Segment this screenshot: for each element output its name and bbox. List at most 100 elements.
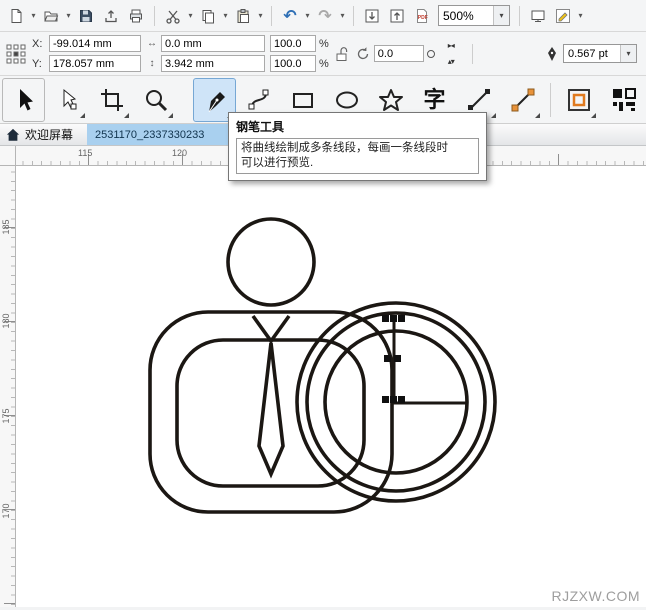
undo-button[interactable]: ↶ [278, 4, 302, 28]
ruler-tick-label: 115 [78, 148, 93, 158]
tab-document[interactable]: 2531170_2337330233 [87, 124, 238, 145]
object-origin-widget[interactable] [5, 43, 27, 65]
person-head-circle [226, 217, 316, 307]
paste-flyout-caret[interactable]: ▾ [256, 4, 265, 28]
monitor-icon [531, 10, 545, 22]
cut-flyout-caret[interactable]: ▾ [186, 4, 195, 28]
toolbar-separator [519, 5, 520, 26]
mirror-vertical-button[interactable]: ▴▾ [440, 55, 462, 68]
outline-width-dropdown-caret[interactable]: ▾ [620, 45, 636, 62]
position-group: X: Y: [32, 35, 141, 72]
shape-tool[interactable] [46, 78, 89, 122]
toolbar-separator [353, 5, 354, 26]
ruler-origin-corner[interactable] [0, 146, 16, 166]
paste-button[interactable] [231, 4, 255, 28]
export-button[interactable] [385, 4, 409, 28]
redo-button[interactable]: ↷ [313, 4, 337, 28]
standard-toolbar: ▾ ▾ ▾ ▾ ▾ ↶ ▾ ↷ ▾ PDF 500% ▾ ▾ [0, 0, 646, 32]
mirror-horizontal-button[interactable]: ▸◂ [440, 39, 462, 52]
object-width-icon: ↔ [147, 38, 157, 49]
crop-icon [100, 88, 123, 111]
open-flyout-caret[interactable]: ▾ [64, 4, 73, 28]
vertical-ruler[interactable]: 185 180 175 170 [0, 166, 16, 607]
toolbox-separator [550, 82, 551, 117]
frame-icon [567, 88, 590, 111]
scale-horizontal-field[interactable] [270, 35, 316, 52]
share-button[interactable] [99, 4, 123, 28]
y-position-field[interactable] [49, 55, 141, 72]
property-bar: X: Y: ↔ ↕ % % [0, 32, 646, 76]
flyout-indicator [491, 112, 496, 118]
import-button[interactable] [360, 4, 384, 28]
text-tool-glyph: 字 [423, 86, 446, 112]
upload-icon [105, 9, 117, 22]
rectangle-icon [292, 92, 313, 108]
ruler-tick-label: 185 [1, 219, 11, 235]
tooltip-title: 钢笔工具 [236, 120, 285, 134]
coreldraw-window: ▾ ▾ ▾ ▾ ▾ ↶ ▾ ↷ ▾ PDF 500% ▾ ▾ X: -99.01… [0, 0, 646, 607]
crop-tool[interactable] [90, 78, 133, 122]
outline-pen-nib-icon [548, 46, 556, 61]
redo-flyout-caret[interactable]: ▾ [338, 4, 347, 28]
flyout-indicator [124, 112, 129, 118]
qr-code-tool[interactable] [602, 78, 645, 122]
copy-flyout-caret[interactable]: ▾ [221, 4, 230, 28]
ruler-tick-label: 120 [172, 148, 188, 158]
pick-arrow-icon [19, 88, 33, 110]
tooltip-line-2: 可以进行预览. [241, 156, 314, 169]
open-button[interactable] [39, 4, 63, 28]
line-icon [467, 88, 490, 110]
mirror-group: ▸◂ ▴▾ [440, 39, 462, 68]
x-label: X: [32, 37, 43, 50]
fullscreen-preview-button[interactable] [526, 4, 550, 28]
export-icon [390, 9, 404, 22]
pick-tool[interactable] [2, 77, 45, 122]
save-button[interactable] [74, 4, 98, 28]
zoom-level-dropdown-caret[interactable]: ▾ [493, 6, 509, 25]
mirror-horizontal-icon: ▸◂ [447, 41, 455, 50]
zoom-level-combo: ▾ [438, 5, 510, 26]
ruler-tick-label: 180 [1, 313, 11, 329]
publish-pdf-button[interactable]: PDF [410, 4, 434, 28]
object-height-field[interactable] [161, 55, 265, 72]
object-width-field[interactable] [161, 35, 265, 52]
frame-tool[interactable] [557, 78, 600, 122]
zoom-level-input[interactable] [439, 6, 493, 25]
flyout-indicator [535, 112, 540, 118]
zoom-tool[interactable] [134, 78, 177, 122]
print-button[interactable] [124, 4, 148, 28]
launcher-flyout-caret[interactable]: ▾ [576, 4, 585, 28]
rotation-group [355, 45, 435, 62]
cut-button[interactable] [161, 4, 185, 28]
new-document-flyout-caret[interactable]: ▾ [29, 4, 38, 28]
x-position-field[interactable] [49, 35, 141, 52]
undo-flyout-caret[interactable]: ▾ [303, 4, 312, 28]
toolbar-separator [271, 5, 272, 26]
rotation-angle-field[interactable] [373, 45, 424, 62]
ruler-tick-label: 170 [1, 503, 11, 519]
copy-button[interactable] [196, 4, 220, 28]
application-launcher-button[interactable] [551, 4, 575, 28]
drawing-artwork [148, 217, 497, 514]
person-collar [251, 314, 291, 345]
drawing-canvas[interactable]: RJZXW.COM [16, 166, 646, 607]
welcome-tab-label: 欢迎屏幕 [25, 128, 74, 142]
toolbox-right-group [557, 78, 645, 122]
document-tab-label: 2531170_2337330233 [95, 128, 205, 141]
outline-width-input[interactable] [564, 45, 620, 62]
scale-vertical-field[interactable] [270, 55, 316, 72]
shape-edit-icon [63, 88, 76, 109]
object-height-icon: ↕ [149, 58, 155, 69]
scale-group: % % [270, 35, 329, 72]
tab-welcome-screen[interactable]: 欢迎屏幕 [0, 124, 87, 145]
flyout-indicator [591, 112, 596, 118]
star-icon [378, 88, 403, 111]
person-tie [257, 342, 285, 479]
new-document-button[interactable] [4, 4, 28, 28]
curve-icon [248, 89, 268, 109]
tooltip-line-1: 将曲线绘制成多条线段，每画一条线段时 [241, 142, 448, 154]
watermark-text: RJZXW.COM [551, 588, 640, 604]
pen-tool-tooltip: 钢笔工具 将曲线绘制成多条线段，每画一条线段时 可以进行预览. [228, 112, 487, 181]
lock-ratio-button[interactable] [334, 46, 350, 62]
connector-tool[interactable] [501, 78, 544, 122]
